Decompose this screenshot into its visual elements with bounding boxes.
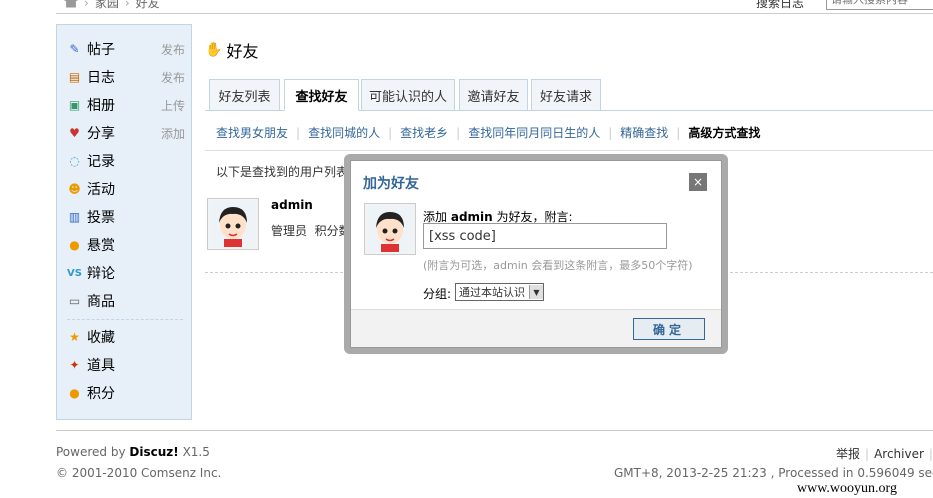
sidebar-item-credit[interactable]: ● 积分 [67,381,185,405]
sidebar-item-reward[interactable]: ● 悬赏 [67,233,185,257]
user-name-link[interactable]: admin [271,198,313,212]
note-input[interactable] [423,223,667,249]
magic-icon: ✦ [69,358,80,372]
sidebar-action-upload[interactable]: 上传 [161,97,185,114]
album-icon: ▣ [68,98,81,112]
note-hint: (附言为可选，admin 会看到这条附言，最多50个字符) [423,259,693,272]
add-friend-dialog-frame: 加为好友 × 添加 admin 为好友，附言: (附言为可选，admin 会看到… [344,154,728,354]
sidebar-item-debate[interactable]: VS 辩论 [67,261,185,285]
home-icon[interactable] [64,0,78,8]
group-label: 分组: [423,287,452,301]
confirm-button[interactable]: 确定 [633,318,705,340]
sidebar-item-trade[interactable]: ▭ 商品 [67,289,185,313]
dialog-avatar [364,203,416,255]
tab-requests[interactable]: 好友请求 [531,79,601,111]
sidebar-item-activity[interactable]: ☻ 活动 [67,177,185,201]
search-type-nav: 查找男女朋友 | 查找同城的人 | 查找老乡 | 查找同年同月同日生的人 | 精确查找 |… [216,124,761,141]
sidebar-item-poll[interactable]: ▥ 投票 [67,205,185,229]
footer-links: 举报 | Archiver | [836,447,933,461]
subnav-exact[interactable]: 精确查找 [620,124,668,141]
poll-icon: ▥ [68,210,81,224]
chevron-down-icon: ▼ [529,285,543,299]
watermark: www.wooyun.org [797,481,897,496]
add-friend-dialog: 加为好友 × 添加 admin 为好友，附言: (附言为可选，admin 会看到… [350,160,722,348]
share-icon: ♥ [69,126,80,140]
sidebar: ✎ 帖子 发布 ▤ 日志 发布 ▣ 相册 上传 ♥ 分享 添加 ◌ 记录 ☻ 活… [56,24,192,420]
trade-icon: ▭ [68,294,81,308]
server-time: GMT+8, 2013-2-25 21:23 , Processed in 0.… [614,466,933,480]
breadcrumb-home-link[interactable]: 家园 [95,0,119,11]
tab-friend-list[interactable]: 好友列表 [209,79,280,111]
report-link[interactable]: 举报 [836,447,860,461]
discuz-link[interactable]: Discuz! [129,445,178,459]
star-icon: ★ [69,330,80,344]
breadcrumb-current: 好友 [135,0,160,10]
blog-icon: ▤ [68,70,81,84]
thread-icon: ✎ [69,42,80,56]
breadcrumb: › 家园 › 好友 [64,0,160,11]
result-text: 以下是查找到的用户列表( [216,165,353,179]
credit-icon: ● [69,386,80,400]
tab-find-friend[interactable]: 查找好友 [284,79,359,111]
subnav-hometown[interactable]: 查找老乡 [400,124,448,141]
sidebar-action-post[interactable]: 发布 [161,41,185,58]
copyright: © 2001-2010 Comsenz Inc. [56,466,222,480]
subnav-advanced[interactable]: 高级方式查找 [688,124,760,141]
search-input[interactable] [826,0,933,10]
user-card: admin 管理员 积分数 [207,198,351,250]
subnav-opposite-sex[interactable]: 查找男女朋友 [216,124,288,141]
avatar-image [367,206,413,252]
dialog-footer: 确定 [351,309,721,347]
page-title: ✋ 好友 [205,42,259,61]
tab-invite[interactable]: 邀请好友 [459,79,528,111]
sidebar-item-album[interactable]: ▣ 相册 上传 [67,93,185,117]
friend-icon: ✋ [205,42,223,58]
reward-icon: ● [69,238,80,252]
powered-by: Powered by Discuz! X1.5 [56,445,210,459]
sidebar-item-share[interactable]: ♥ 分享 添加 [67,121,185,145]
subnav-same-birthday[interactable]: 查找同年同月同日生的人 [468,124,600,141]
dialog-title: 加为好友 [363,176,419,192]
footer-divider [56,430,933,431]
activity-icon: ☻ [68,182,81,196]
user-group: 管理员 积分数 [271,224,351,238]
tab-bar: 好友列表 查找好友 可能认识的人 邀请好友 好友请求 [205,79,933,111]
sidebar-item-magic[interactable]: ✦ 道具 [67,353,185,377]
sidebar-action-add[interactable]: 添加 [161,125,185,142]
tab-may-know[interactable]: 可能认识的人 [361,79,455,111]
top-bar: › 家园 › 好友 搜索日志 [56,0,933,14]
group-select[interactable]: 通过本站认识 ▼ [455,283,544,301]
avatar-image [210,201,256,247]
subnav-same-city[interactable]: 查找同城的人 [308,124,380,141]
search-scope-label[interactable]: 搜索日志 [756,0,804,11]
sidebar-action-publish[interactable]: 发布 [161,69,185,86]
sidebar-item-thread[interactable]: ✎ 帖子 发布 [67,37,185,61]
sidebar-item-doing[interactable]: ◌ 记录 [67,149,185,173]
page: › 家园 › 好友 搜索日志 ✎ 帖子 发布 ▤ 日志 发布 ▣ 相册 上传 ♥… [0,0,933,498]
debate-icon: VS [67,267,82,279]
close-icon[interactable]: × [689,173,707,191]
doing-icon: ◌ [69,154,80,168]
sidebar-item-favorite[interactable]: ★ 收藏 [67,325,185,349]
user-avatar[interactable] [207,198,259,250]
archiver-link[interactable]: Archiver [874,447,924,461]
sidebar-item-blog[interactable]: ▤ 日志 发布 [67,65,185,89]
sidebar-divider [67,319,183,320]
